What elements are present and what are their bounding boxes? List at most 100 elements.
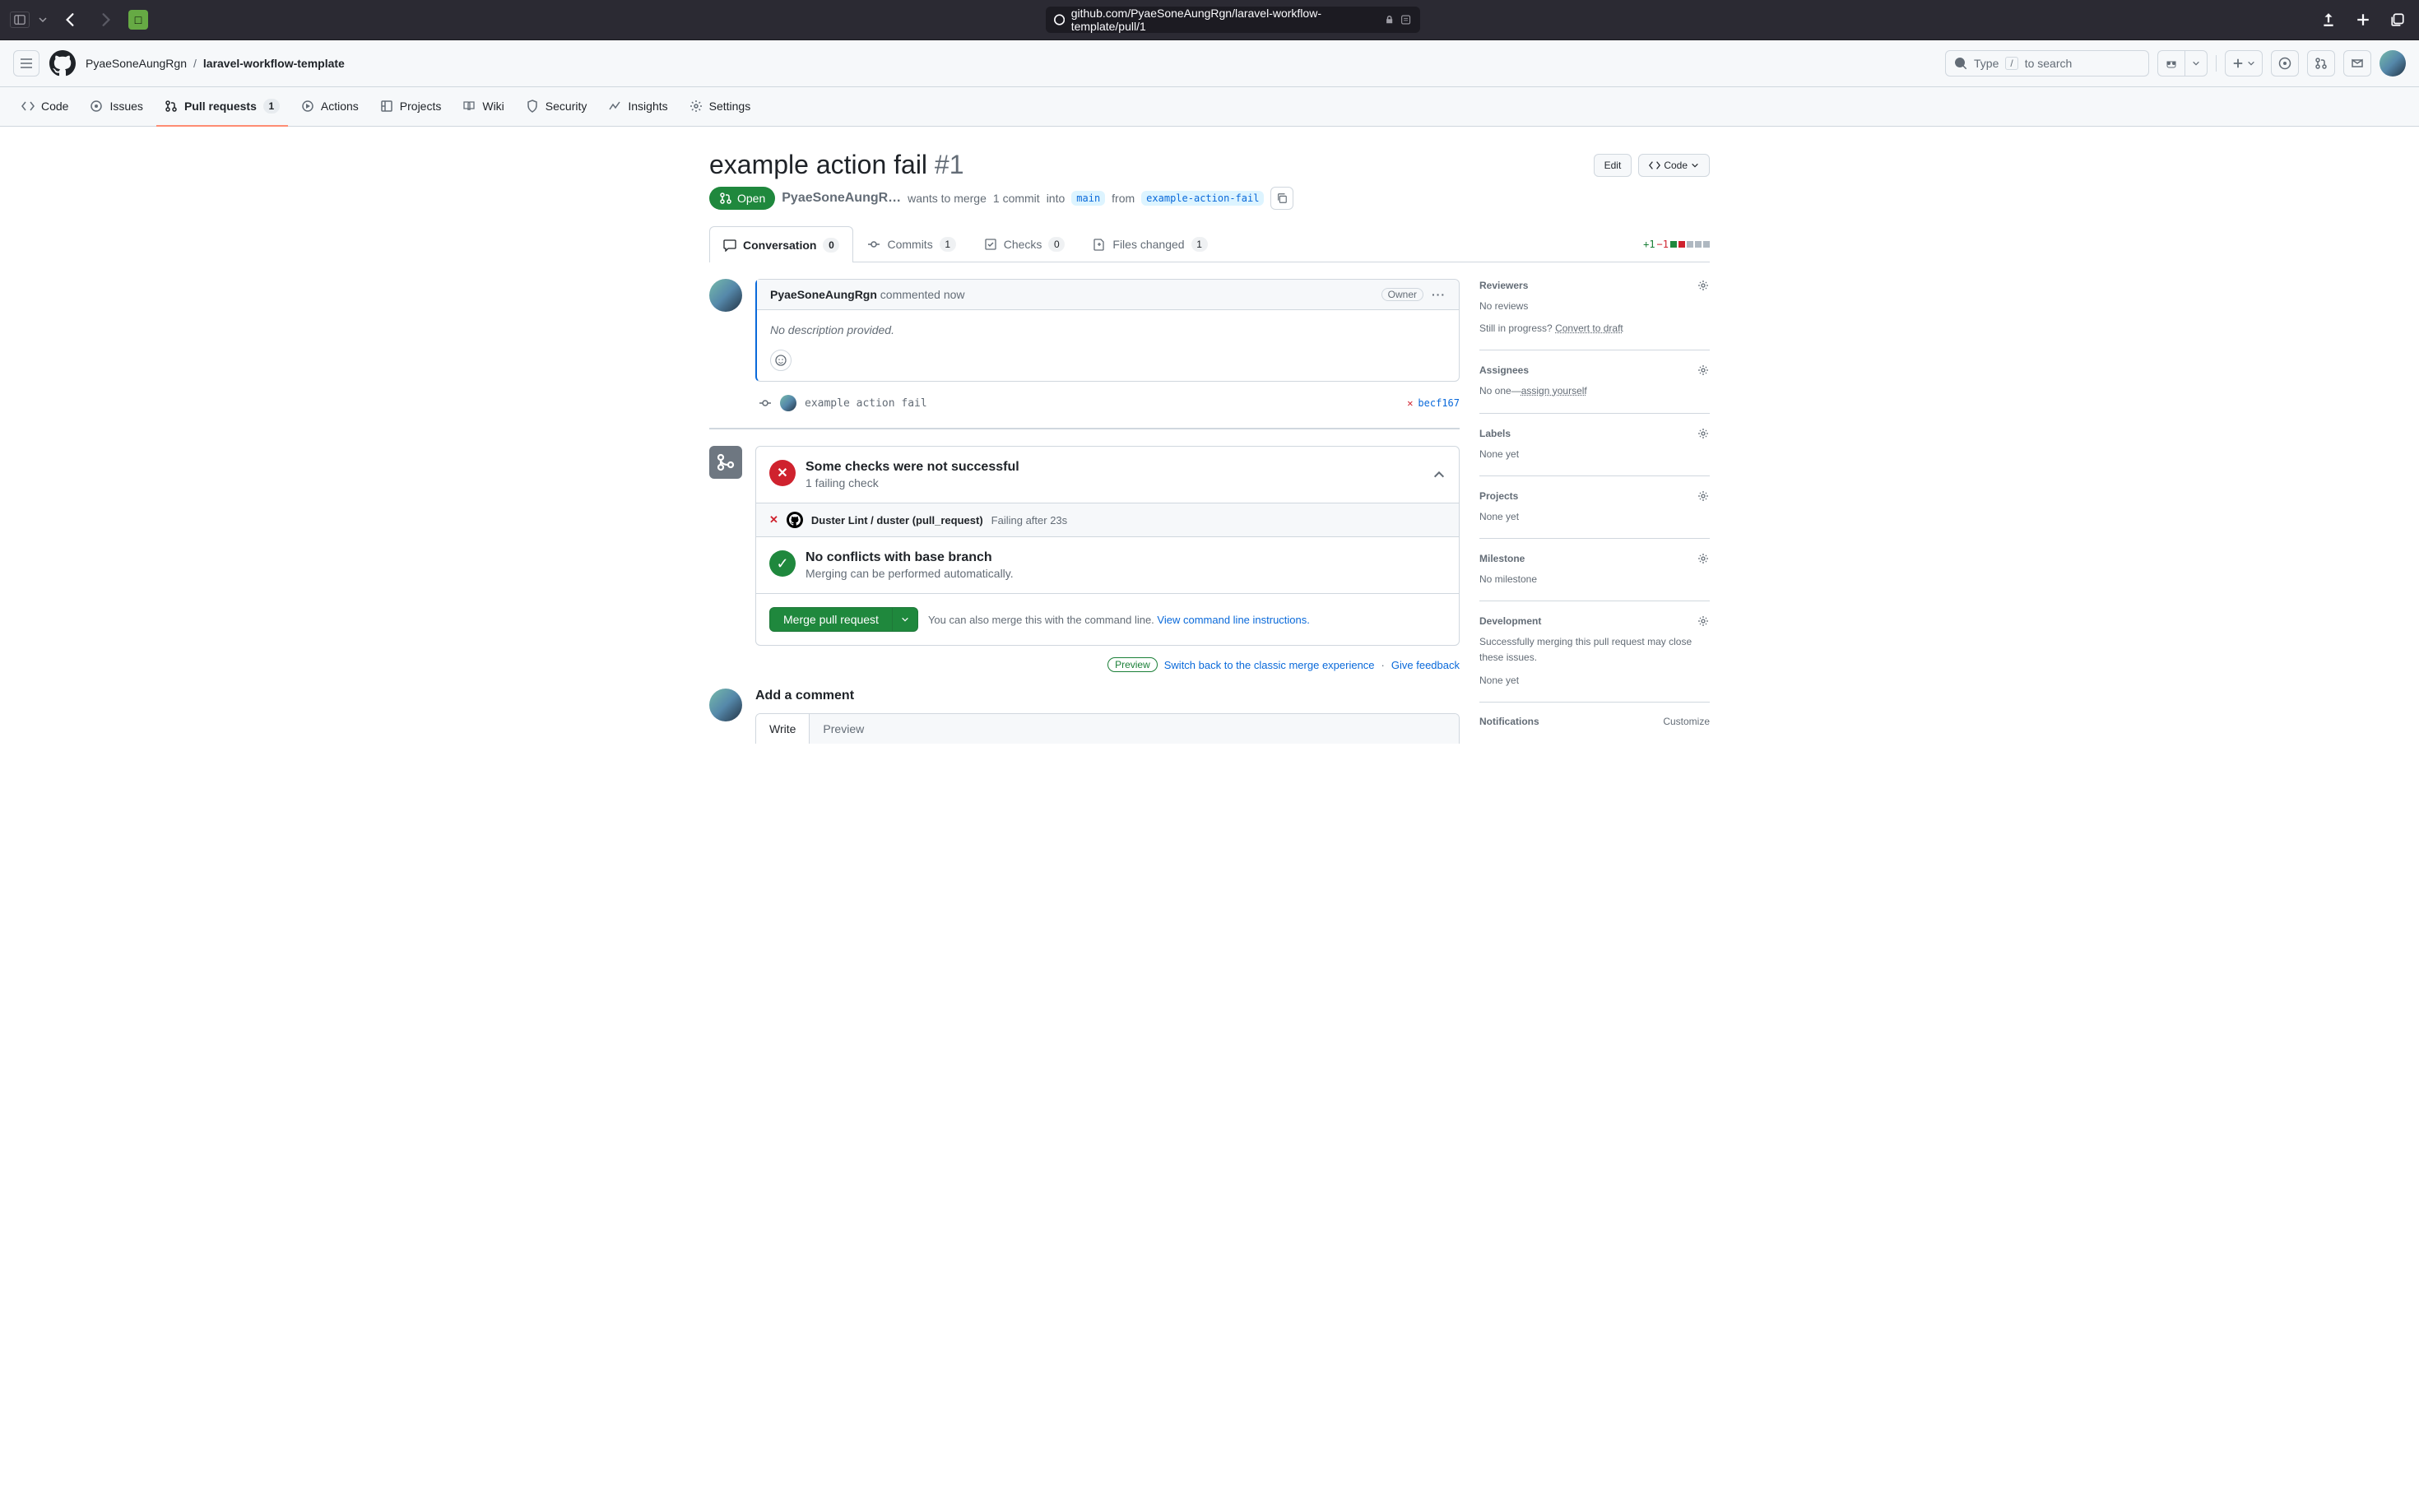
tab-checks[interactable]: Checks 0: [970, 226, 1079, 262]
merge-dropdown[interactable]: [893, 607, 918, 632]
url-bar[interactable]: github.com/PyaeSoneAungRgn/laravel-workf…: [1046, 7, 1420, 33]
search-input[interactable]: Type / to search: [1945, 50, 2149, 77]
breadcrumb: PyaeSoneAungRgn / laravel-workflow-templ…: [86, 57, 345, 70]
preview-badge: Preview: [1107, 657, 1158, 672]
merge-button[interactable]: Merge pull request: [769, 607, 893, 632]
commit-message[interactable]: example action fail: [805, 397, 927, 410]
head-branch[interactable]: example-action-fail: [1141, 191, 1264, 206]
copilot-button[interactable]: [2157, 50, 2185, 77]
notifications-label: Notifications: [1479, 716, 1539, 727]
avatar[interactable]: [709, 689, 742, 721]
labels-header[interactable]: Labels: [1479, 427, 1710, 440]
assign-yourself-link[interactable]: assign yourself: [1521, 385, 1587, 397]
github-logo-icon[interactable]: [49, 50, 76, 77]
sidebar-toggle-icon[interactable]: [10, 12, 30, 28]
copilot-dropdown[interactable]: [2185, 50, 2208, 77]
merge-icon: [709, 446, 742, 479]
comment-time[interactable]: now: [944, 288, 965, 301]
create-dropdown[interactable]: [2225, 50, 2263, 77]
tab-pull-requests[interactable]: Pull requests 1: [156, 87, 288, 127]
owner-link[interactable]: PyaeSoneAungRgn: [86, 57, 187, 70]
milestone-header[interactable]: Milestone: [1479, 552, 1710, 565]
edit-button[interactable]: Edit: [1594, 154, 1632, 177]
github-logo-icon: [787, 512, 803, 528]
pr-title: example action fail #1: [709, 150, 964, 180]
checks-title: Some checks were not successful: [806, 460, 1019, 475]
projects-header[interactable]: Projects: [1479, 489, 1710, 503]
avatar[interactable]: [709, 279, 742, 312]
notifications-button[interactable]: [2343, 50, 2371, 77]
reviewers-header[interactable]: Reviewers: [1479, 279, 1710, 292]
extension-icon[interactable]: □: [128, 10, 148, 30]
pulls-button[interactable]: [2307, 50, 2335, 77]
gear-icon: [1697, 552, 1710, 565]
repo-link[interactable]: laravel-workflow-template: [203, 57, 345, 70]
tab-code[interactable]: Code: [13, 87, 77, 127]
tab-settings[interactable]: Settings: [681, 87, 759, 127]
tab-insights[interactable]: Insights: [600, 87, 676, 127]
conflicts-title: No conflicts with base branch: [806, 550, 1014, 565]
chevron-up-icon[interactable]: [1432, 468, 1446, 481]
checks-subtitle: 1 failing check: [806, 476, 1019, 489]
reader-icon[interactable]: [1400, 14, 1411, 26]
hamburger-button[interactable]: [13, 50, 39, 77]
issues-button[interactable]: [2271, 50, 2299, 77]
add-reaction-button[interactable]: [770, 350, 792, 371]
tab-files-changed[interactable]: Files changed 1: [1079, 226, 1221, 262]
convert-draft-link[interactable]: Convert to draft: [1555, 322, 1623, 334]
customize-link[interactable]: Customize: [1663, 716, 1710, 727]
timeline-commit: example action fail ✕ becf167: [709, 395, 1460, 411]
gear-icon: [1697, 615, 1710, 628]
cli-link[interactable]: View command line instructions.: [1157, 614, 1309, 626]
sidebar: Reviewers No reviews Still in progress? …: [1479, 279, 1710, 744]
pr-status-row: Open PyaeSoneAungR… wants to merge 1 com…: [709, 187, 1710, 210]
pr-author[interactable]: PyaeSoneAungR…: [782, 191, 901, 206]
lock-icon: [1385, 15, 1394, 25]
tab-issues[interactable]: Issues: [81, 87, 151, 127]
conflicts-subtitle: Merging can be performed automatically.: [806, 567, 1014, 580]
kebab-icon[interactable]: ···: [1432, 288, 1446, 301]
owner-badge: Owner: [1381, 288, 1423, 301]
copy-icon[interactable]: [1270, 187, 1293, 210]
tabs-icon[interactable]: [2386, 8, 2409, 31]
tab-wiki[interactable]: Wiki: [454, 87, 512, 127]
switch-classic-link[interactable]: Switch back to the classic merge experie…: [1164, 659, 1375, 671]
repo-nav: Code Issues Pull requests 1 Actions Proj…: [0, 87, 2419, 127]
feedback-link[interactable]: Give feedback: [1391, 659, 1460, 671]
commit-icon: [759, 397, 772, 410]
tab-conversation[interactable]: Conversation 0: [709, 226, 853, 262]
merge-panel: ✕ Some checks were not successful 1 fail…: [755, 446, 1460, 646]
comment-author[interactable]: PyaeSoneAungRgn: [770, 288, 877, 301]
check-icon: ✓: [769, 550, 796, 577]
avatar[interactable]: [2380, 50, 2406, 77]
chevron-down-icon[interactable]: [38, 15, 48, 25]
url-text: github.com/PyaeSoneAungRgn/laravel-workf…: [1071, 7, 1378, 33]
development-header[interactable]: Development: [1479, 615, 1710, 628]
avatar[interactable]: [780, 395, 796, 411]
tab-actions[interactable]: Actions: [293, 87, 367, 127]
x-icon: ✕: [769, 460, 796, 486]
tab-projects[interactable]: Projects: [372, 87, 450, 127]
github-header: PyaeSoneAungRgn / laravel-workflow-templ…: [0, 40, 2419, 87]
new-tab-icon[interactable]: [2352, 8, 2375, 31]
assignees-header[interactable]: Assignees: [1479, 364, 1710, 377]
editor-tabs: Write Preview: [755, 713, 1460, 744]
browser-forward-button: [92, 11, 120, 29]
gear-icon: [1697, 489, 1710, 503]
preview-tab[interactable]: Preview: [810, 714, 1459, 744]
tab-commits[interactable]: Commits 1: [853, 226, 969, 262]
gear-icon: [1697, 279, 1710, 292]
commit-sha[interactable]: becf167: [1418, 397, 1460, 409]
x-icon: ✕: [769, 513, 778, 526]
base-branch[interactable]: main: [1071, 191, 1105, 206]
tab-security[interactable]: Security: [518, 87, 596, 127]
browser-chrome: □ github.com/PyaeSoneAungRgn/laravel-wor…: [0, 0, 2419, 40]
code-dropdown-button[interactable]: Code: [1638, 154, 1710, 177]
check-row[interactable]: ✕ Duster Lint / duster (pull_request) Fa…: [756, 503, 1459, 537]
state-badge: Open: [709, 187, 775, 210]
share-icon[interactable]: [2317, 8, 2340, 31]
browser-back-button[interactable]: [56, 11, 84, 29]
write-tab[interactable]: Write: [756, 714, 810, 744]
gear-icon: [1697, 427, 1710, 440]
diffstat: +1 −1: [1643, 226, 1710, 262]
